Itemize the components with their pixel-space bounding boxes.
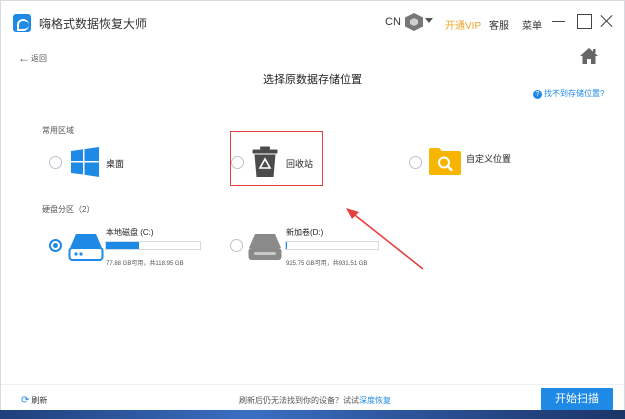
title-bar: 嗨格式数据恢复大师 CN 开通VIP 客服 菜单 <box>1 1 624 41</box>
customer-service-button[interactable]: 客服 <box>489 17 509 32</box>
back-button[interactable]: ←返回 <box>18 51 47 65</box>
disk-c-name: 本地磁盘 (C:) <box>106 228 154 237</box>
desktop-label: 桌面 <box>106 159 125 169</box>
footer-hint-text: 刷新后仍无法找到你的设备？试试 <box>239 396 359 405</box>
recycle-bin-radio[interactable] <box>231 156 244 169</box>
vip-button[interactable]: 开通VIP <box>445 17 481 32</box>
home-icon[interactable] <box>579 47 599 65</box>
recycle-bin-label: 回收站 <box>286 159 314 169</box>
hard-drive-icon <box>248 234 282 260</box>
start-scan-button[interactable]: 开始扫描 <box>541 388 613 410</box>
disk-d-usage-bar <box>285 241 379 250</box>
help-link[interactable]: ? 找不到存储位置? <box>533 88 604 99</box>
footer-hint: 刷新后仍无法找到你的设备？试试深度恢复 <box>239 395 391 406</box>
arrow-left-icon: ← <box>18 51 30 65</box>
chevron-down-icon[interactable] <box>425 18 433 23</box>
folder-search-icon <box>429 148 461 175</box>
app-title: 嗨格式数据恢复大师 <box>39 17 148 31</box>
disk-d-usage-fill <box>286 242 288 249</box>
footer-divider <box>1 384 624 385</box>
desktop-radio[interactable] <box>49 156 62 169</box>
refresh-button[interactable]: ⟳ 刷新 <box>21 395 47 406</box>
disk-c-usage-fill <box>106 242 139 249</box>
disk-c-usage-bar <box>105 241 201 250</box>
custom-location-label: 自定义位置 <box>466 154 512 164</box>
common-area-label: 常用区域 <box>42 126 74 135</box>
refresh-icon: ⟳ <box>21 395 30 406</box>
avatar[interactable] <box>405 13 423 31</box>
app-window: 嗨格式数据恢复大师 CN 开通VIP 客服 菜单 ←返回 选择原数据存储位置 ?… <box>0 0 625 412</box>
back-label: 返回 <box>31 54 47 63</box>
windows-icon <box>71 147 99 177</box>
page-title: 选择原数据存储位置 <box>263 74 362 86</box>
disk-d-radio[interactable] <box>230 239 243 252</box>
hard-drive-icon <box>68 234 104 261</box>
minimize-icon[interactable] <box>551 13 567 29</box>
language-selector[interactable]: CN <box>385 16 401 28</box>
maximize-icon[interactable] <box>576 13 592 29</box>
disk-partition-label: 硬盘分区（2） <box>42 205 95 214</box>
help-link-label: 找不到存储位置? <box>544 89 605 98</box>
app-logo-icon <box>13 14 31 32</box>
desktop-background <box>0 410 625 419</box>
menu-button[interactable]: 菜单 <box>522 17 542 32</box>
recycle-bin-icon <box>252 146 278 177</box>
disk-c-radio[interactable] <box>49 239 62 252</box>
disk-c-size: 77.88 GB可用，共118.95 GB <box>106 261 184 267</box>
refresh-label: 刷新 <box>31 396 48 405</box>
disk-d-name: 新加卷(D:) <box>286 228 324 237</box>
help-icon: ? <box>533 90 542 99</box>
disk-d-size: 925.75 GB可用，共931.51 GB <box>286 261 368 267</box>
custom-location-radio[interactable] <box>409 156 422 169</box>
deep-recovery-link[interactable]: 深度恢复 <box>359 396 391 405</box>
close-icon[interactable] <box>599 13 615 29</box>
